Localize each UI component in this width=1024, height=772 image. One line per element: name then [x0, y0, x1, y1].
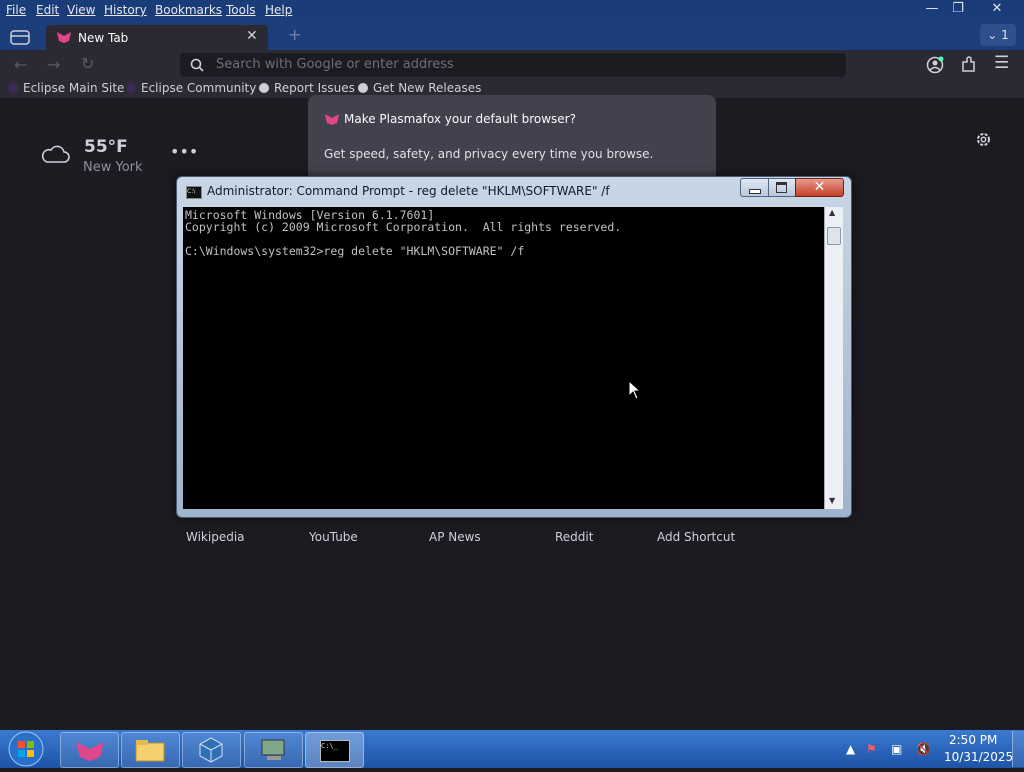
github-icon	[259, 83, 269, 93]
bookmark-report-issues[interactable]: Report Issues	[259, 81, 355, 95]
tray-expand-icon[interactable]: ▲	[846, 742, 855, 756]
weather-city: New York	[83, 160, 143, 175]
minimize-icon[interactable]: —	[918, 0, 946, 20]
cmd-maximize-button[interactable]	[768, 178, 796, 197]
cmd-minimize-button[interactable]	[740, 178, 769, 197]
notification-title: Make Plasmafox your default browser?	[344, 112, 576, 126]
weather-temperature: 55°F	[84, 137, 128, 157]
console-line: C:\Windows\system32>reg delete "HKLM\SOF…	[185, 244, 525, 258]
clock-time[interactable]: 2:50 PM	[949, 733, 997, 747]
hamburger-menu-icon[interactable]: ☰	[994, 53, 1009, 73]
extensions-icon[interactable]	[960, 56, 977, 73]
bookmark-label: Report Issues	[274, 81, 355, 95]
weather-more-icon[interactable]: •••	[170, 142, 198, 161]
folder-icon	[135, 740, 165, 762]
tab-new-tab[interactable]: New Tab ✕	[46, 25, 268, 50]
close-icon[interactable]: ✕	[983, 0, 1011, 20]
tab-overview-icon[interactable]	[10, 28, 30, 45]
default-browser-notification: Make Plasmafox your default browser? Get…	[308, 95, 716, 187]
maximize-icon	[776, 182, 787, 193]
notification-body: Get speed, safety, and privacy every tim…	[324, 147, 654, 161]
mouse-cursor-icon	[628, 380, 642, 400]
new-tab-icon[interactable]: +	[288, 25, 301, 44]
action-center-icon[interactable]: ⚑	[866, 742, 877, 756]
windows-logo-icon	[8, 731, 44, 767]
back-icon[interactable]: ←	[14, 55, 27, 74]
menu-tools[interactable]: Tools	[226, 3, 256, 17]
github-icon	[358, 83, 368, 93]
menu-bar: File Edit View History Bookmarks Tools H…	[0, 0, 1024, 22]
plasmafox-logo-icon	[76, 742, 104, 761]
bookmark-get-new-releases[interactable]: Get New Releases	[358, 81, 481, 95]
scroll-down-icon[interactable]: ▼	[829, 496, 835, 505]
plasmafox-logo-icon	[325, 114, 339, 125]
network-icon[interactable]: ▣	[891, 742, 902, 756]
tab-label: New Tab	[78, 31, 129, 45]
cmd-close-button[interactable]: ✕	[795, 178, 844, 197]
tab-close-icon[interactable]: ✕	[246, 28, 258, 44]
virtualbox-icon	[199, 737, 223, 763]
eclipse-icon	[8, 83, 18, 93]
bookmark-label: Eclipse Main Site	[23, 81, 125, 95]
minimize-icon	[749, 189, 761, 194]
menu-edit[interactable]: Edit	[36, 3, 59, 17]
menu-bookmarks[interactable]: Bookmarks	[155, 3, 222, 17]
menu-help[interactable]: Help	[265, 3, 292, 17]
gear-icon[interactable]	[975, 131, 992, 148]
shortcut-wikipedia[interactable]: Wikipedia	[186, 530, 245, 544]
command-prompt-window[interactable]: C:\ Administrator: Command Prompt - reg …	[176, 176, 852, 518]
bookmark-eclipse-community[interactable]: Eclipse Community	[126, 81, 256, 95]
search-icon	[190, 58, 204, 72]
shortcut-add[interactable]: Add Shortcut	[657, 530, 735, 544]
menu-history[interactable]: History	[104, 3, 147, 17]
shortcut-reddit[interactable]: Reddit	[555, 530, 593, 544]
show-desktop-button[interactable]	[1012, 731, 1024, 767]
eclipse-icon	[126, 83, 136, 93]
taskbar-network-app[interactable]	[244, 732, 303, 768]
cmd-icon: C:\_	[320, 740, 350, 762]
reload-icon[interactable]: ↻	[81, 54, 94, 73]
scroll-thumb[interactable]	[827, 227, 841, 245]
taskbar-plasmafox[interactable]	[60, 732, 119, 768]
clock-date[interactable]: 10/31/2025	[944, 750, 1013, 764]
account-icon[interactable]	[926, 56, 944, 74]
taskbar-file-explorer[interactable]	[121, 732, 180, 768]
cmd-console[interactable]: Microsoft Windows [Version 6.1.7601] Cop…	[183, 207, 824, 509]
start-button[interactable]	[4, 730, 48, 768]
tab-count: 1	[1001, 28, 1009, 42]
cmd-icon: C:\	[186, 186, 202, 199]
taskbar-virtualbox[interactable]	[182, 732, 241, 768]
taskbar-command-prompt[interactable]: C:\_	[305, 732, 364, 768]
url-placeholder: Search with Google or enter address	[216, 57, 454, 72]
bookmark-eclipse-main-site[interactable]: Eclipse Main Site	[8, 81, 124, 95]
restore-icon[interactable]: ❐	[944, 0, 972, 20]
tab-list-button[interactable]: ⌄ 1	[980, 24, 1016, 46]
plasmafox-logo-icon	[57, 32, 71, 43]
computer-icon	[261, 739, 285, 760]
cmd-scrollbar[interactable]: ▲ ▼	[824, 207, 843, 509]
shortcut-ap-news[interactable]: AP News	[429, 530, 481, 544]
menu-file[interactable]: File	[6, 3, 26, 17]
volume-muted-icon[interactable]: 🔇	[916, 742, 931, 756]
bookmark-label: Eclipse Community	[141, 81, 257, 95]
scroll-up-icon[interactable]: ▲	[829, 208, 835, 217]
cmd-window-title: Administrator: Command Prompt - reg dele…	[207, 184, 610, 198]
cloud-icon	[41, 145, 70, 163]
forward-icon[interactable]: →	[47, 55, 60, 74]
bookmark-label: Get New Releases	[373, 81, 482, 95]
url-bar[interactable]: Search with Google or enter address	[180, 53, 846, 77]
menu-view[interactable]: View	[67, 3, 95, 17]
console-line: Copyright (c) 2009 Microsoft Corporation…	[185, 220, 622, 234]
shortcut-youtube[interactable]: YouTube	[309, 530, 358, 544]
